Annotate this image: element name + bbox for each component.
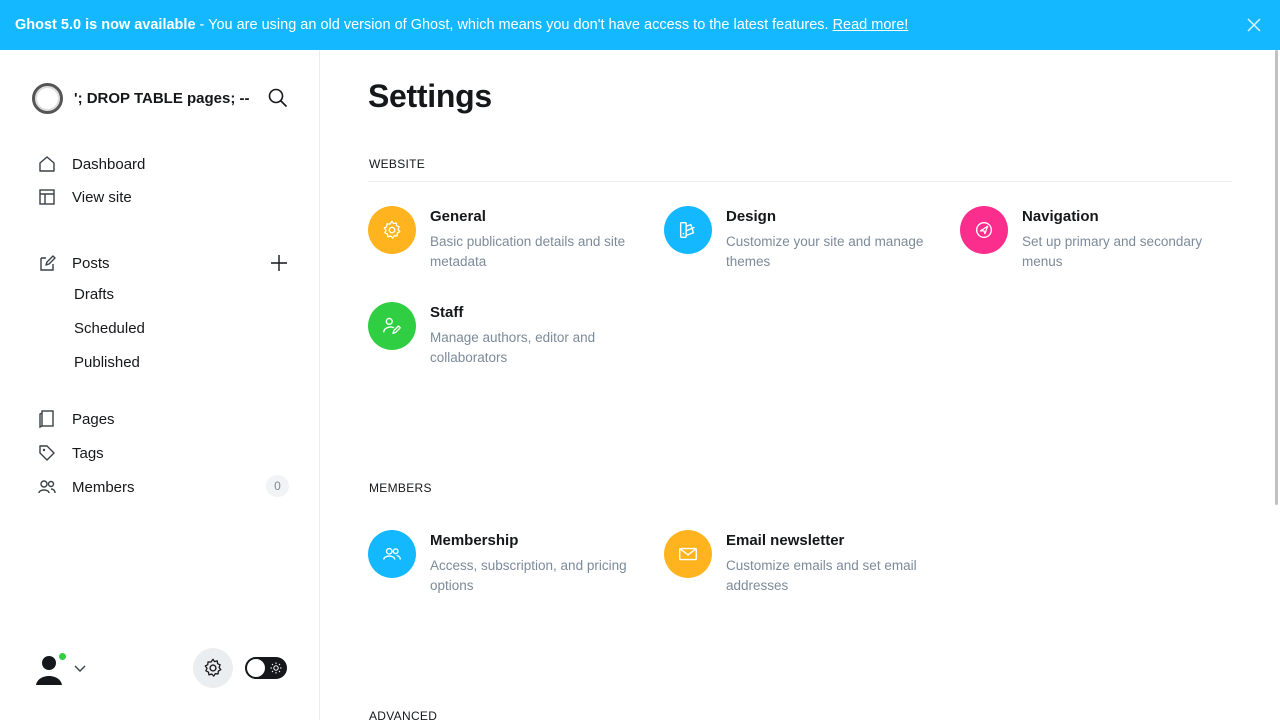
card-general[interactable]: General Basic publication details and si… <box>368 206 648 282</box>
card-email-newsletter[interactable]: Email newsletter Customize emails and se… <box>664 530 944 606</box>
section-website: WEBSITE <box>369 157 426 171</box>
chevron-down-icon[interactable] <box>73 662 87 674</box>
nav-dashboard-label: Dashboard <box>72 155 146 173</box>
update-banner: Ghost 5.0 is now available - You are usi… <box>0 0 1280 50</box>
section-advanced: ADVANCED <box>369 709 438 720</box>
card-design[interactable]: Design Customize your site and manage th… <box>664 206 944 282</box>
site-title[interactable]: '; DROP TABLE pages; -- <box>74 90 250 107</box>
card-navigation-desc: Set up primary and secondary menus <box>1022 234 1203 269</box>
nav-tags[interactable]: Tags <box>36 441 292 465</box>
card-email-newsletter-title: Email newsletter <box>726 532 845 549</box>
nav-posts-label: Posts <box>72 254 110 272</box>
nav-members-label: Members <box>72 478 135 496</box>
read-more-link[interactable]: Read more! <box>833 17 909 33</box>
email-icon <box>664 530 712 578</box>
nav-view-site[interactable]: View site <box>36 185 292 209</box>
nav-scheduled[interactable]: Scheduled <box>74 318 145 340</box>
card-general-desc: Basic publication details and site metad… <box>430 234 626 269</box>
members-icon <box>36 476 58 498</box>
card-email-newsletter-desc: Customize emails and set email addresses <box>726 558 917 593</box>
sidebar: '; DROP TABLE pages; -- Dashboard View s… <box>0 50 320 720</box>
card-navigation-title: Navigation <box>1022 208 1099 225</box>
card-staff-desc: Manage authors, editor and collaborators <box>430 330 596 365</box>
nav-dashboard[interactable]: Dashboard <box>36 152 292 176</box>
settings-button[interactable] <box>193 648 233 688</box>
section-divider <box>368 181 1232 182</box>
nav-view-site-label: View site <box>72 188 132 206</box>
membership-icon <box>368 530 416 578</box>
nav-tags-label: Tags <box>72 444 104 462</box>
toggle-knob <box>247 659 265 677</box>
gear-icon <box>204 658 222 677</box>
posts-icon <box>36 252 58 274</box>
nav-pages-label: Pages <box>72 410 115 428</box>
members-count-badge: 0 <box>266 475 289 497</box>
settings-main: Settings WEBSITE General Basic publicati… <box>320 50 1273 720</box>
plus-icon[interactable] <box>269 253 289 273</box>
card-staff-title: Staff <box>430 304 464 321</box>
card-membership-title: Membership <box>430 532 519 549</box>
home-icon <box>36 153 58 175</box>
sun-icon <box>270 662 282 674</box>
tags-icon <box>36 442 58 464</box>
card-membership[interactable]: Membership Access, subscription, and pri… <box>368 530 648 606</box>
nav-published[interactable]: Published <box>74 352 140 374</box>
nav-pages[interactable]: Pages <box>36 407 292 431</box>
site-logo[interactable] <box>32 82 63 114</box>
page-scrollbar[interactable] <box>1275 50 1278 505</box>
design-icon <box>664 206 712 254</box>
card-design-desc: Customize your site and manage themes <box>726 234 924 269</box>
nav-posts[interactable]: Posts <box>36 251 292 275</box>
card-staff[interactable]: Staff Manage authors, editor and collabo… <box>368 302 648 378</box>
staff-icon <box>368 302 416 350</box>
theme-toggle[interactable] <box>245 657 287 679</box>
general-icon <box>368 206 416 254</box>
page-title: Settings <box>368 78 492 114</box>
nav-drafts[interactable]: Drafts <box>74 284 114 306</box>
pages-icon <box>36 408 58 430</box>
section-members: MEMBERS <box>369 481 432 495</box>
card-navigation[interactable]: Navigation Set up primary and secondary … <box>960 206 1240 282</box>
search-icon[interactable] <box>266 86 290 110</box>
card-membership-desc: Access, subscription, and pricing option… <box>430 558 627 593</box>
card-design-title: Design <box>726 208 777 225</box>
banner-text: - You are using an old version of Ghost,… <box>199 17 829 33</box>
site-header: '; DROP TABLE pages; -- <box>32 82 290 114</box>
nav-members[interactable]: Members <box>36 475 292 499</box>
navigation-icon <box>960 206 1008 254</box>
view-site-icon <box>36 186 58 208</box>
banner-headline: Ghost 5.0 is now available <box>15 17 196 33</box>
close-icon[interactable] <box>1246 17 1262 33</box>
card-general-title: General <box>430 208 486 225</box>
online-status-dot <box>57 651 68 662</box>
